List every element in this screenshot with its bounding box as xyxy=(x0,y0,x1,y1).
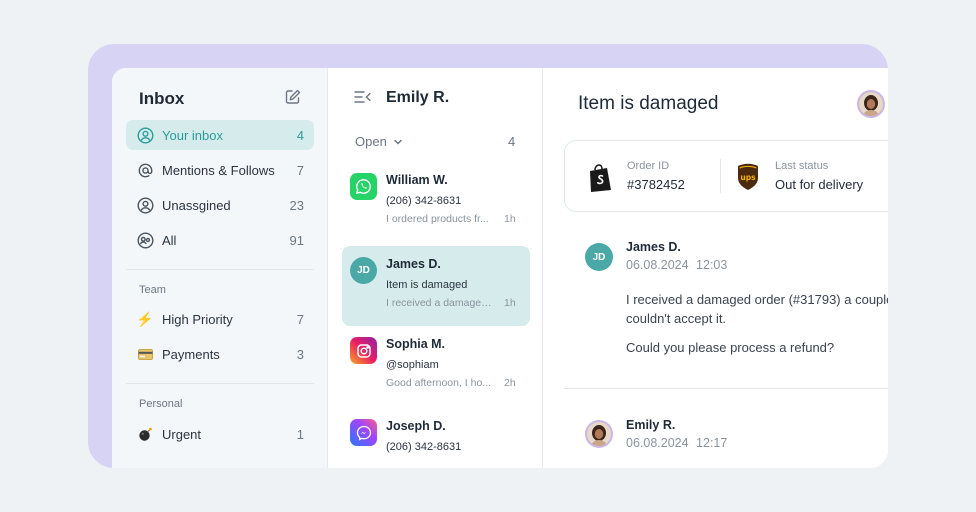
message-date: 06.08.2024 xyxy=(626,258,689,272)
chevron-down-icon xyxy=(394,139,402,145)
user-circle-icon xyxy=(136,126,154,144)
avatar[interactable] xyxy=(857,90,885,118)
conversation-owner-title: Emily R. xyxy=(386,89,450,106)
conversation-time: 1h xyxy=(504,297,516,309)
sidebar-divider xyxy=(126,269,314,270)
conversation-item-william[interactable]: William W. (206) 342-8631 I ordered prod… xyxy=(342,162,530,242)
sidebar-item-urgent[interactable]: Urgent 1 xyxy=(126,419,314,449)
message-time: 12:17 xyxy=(696,436,728,450)
conversation-name: Joseph D. xyxy=(386,419,446,433)
credit-card-icon xyxy=(136,345,154,363)
compose-icon[interactable] xyxy=(284,88,302,106)
sidebar-divider xyxy=(126,383,314,384)
svg-text:ups: ups xyxy=(740,173,756,182)
sidebar-item-label: Your inbox xyxy=(162,127,223,143)
whatsapp-icon xyxy=(350,173,377,200)
avatar: JD xyxy=(350,257,377,284)
shopify-icon xyxy=(590,164,611,192)
sidebar-item-count: 4 xyxy=(296,127,304,143)
message-author: Emily R. xyxy=(626,418,676,432)
avatar: JD xyxy=(585,243,613,271)
at-icon xyxy=(136,161,154,179)
messenger-icon xyxy=(350,419,377,446)
message-date: 06.08.2024 xyxy=(626,436,689,450)
sidebar-item-count: 3 xyxy=(296,346,304,362)
last-status-label: Last status xyxy=(775,160,829,172)
conversation-time: 1h xyxy=(504,213,516,225)
sidebar-item-count: 23 xyxy=(289,197,304,213)
order-info-card: Order ID #3782452 ups Last status Out fo… xyxy=(564,140,888,212)
sidebar-item-count: 7 xyxy=(296,311,304,327)
conversation-preview: I received a damaged... xyxy=(386,297,494,309)
sidebar-item-label: Urgent xyxy=(162,426,202,442)
order-id-value[interactable]: #3782452 xyxy=(627,177,685,192)
conversation-title: Item is damaged xyxy=(578,93,719,114)
conversation-list: Emily R. Open 4 William W. (206) 342-863… xyxy=(328,68,543,468)
conversation-preview: Good afternoon, I ho... xyxy=(386,377,492,389)
conversation-name: William W. xyxy=(386,173,448,187)
avatar xyxy=(585,420,613,448)
status-filter-dropdown[interactable]: Open xyxy=(355,134,403,149)
status-filter-label: Open xyxy=(355,134,387,149)
conversation-subtitle: Item is damaged xyxy=(386,279,468,291)
conversation-time: 2h xyxy=(504,377,516,389)
sidebar-item-payments[interactable]: Payments 3 xyxy=(126,339,314,369)
conversation-name: James D. xyxy=(386,257,441,271)
message-author: James D. xyxy=(626,240,681,254)
last-status-value: Out for delivery xyxy=(775,177,864,192)
message-line: Could you please process a refund? xyxy=(626,340,835,355)
sidebar-title: Inbox xyxy=(139,89,185,108)
user-outline-icon xyxy=(136,196,154,214)
conversation-item-james[interactable]: JD James D. Item is damaged I received a… xyxy=(342,246,530,326)
message-timestamp: 06.08.2024 12:17 xyxy=(626,436,727,450)
conversation-item-sophia[interactable]: Sophia M. @sophiam Good afternoon, I ho.… xyxy=(342,326,530,406)
section-heading-team: Team xyxy=(139,284,166,296)
sidebar-item-mentions[interactable]: Mentions & Follows 7 xyxy=(126,155,314,185)
card-divider xyxy=(720,159,721,193)
sidebar-item-count: 1 xyxy=(296,426,304,442)
conversation-item-joseph[interactable]: Joseph D. (206) 342-8631 xyxy=(342,408,530,468)
message-line: couldn't accept it. xyxy=(626,311,727,326)
conversation-subtitle: @sophiam xyxy=(386,359,439,371)
collapse-menu-icon[interactable] xyxy=(354,89,372,105)
message-timestamp: 06.08.2024 12:03 xyxy=(626,258,727,272)
sidebar-item-label: Payments xyxy=(162,346,220,362)
ups-icon: ups xyxy=(738,163,758,190)
app-window: Inbox Your inbox 4 Mentions & Follows 7 … xyxy=(112,68,888,468)
conversation-count: 4 xyxy=(508,134,516,149)
users-icon xyxy=(136,231,154,249)
sidebar-item-all[interactable]: All 91 xyxy=(126,225,314,255)
sidebar-item-unassigned[interactable]: Unassgined 23 xyxy=(126,190,314,220)
conversation-pane: Item is damaged Order ID #3782452 ups La… xyxy=(544,68,888,468)
message-time: 12:03 xyxy=(696,258,728,272)
sidebar-item-count: 91 xyxy=(289,232,304,248)
order-id-label: Order ID xyxy=(627,160,670,172)
sidebar-item-high-priority[interactable]: ⚡ High Priority 7 xyxy=(126,304,314,334)
conversation-name: Sophia M. xyxy=(386,337,446,351)
instagram-icon xyxy=(350,337,377,364)
conversation-preview: I ordered products fr... xyxy=(386,213,489,225)
sidebar-item-label: Mentions & Follows xyxy=(162,162,275,178)
lightning-icon: ⚡ xyxy=(136,311,154,327)
sidebar-item-label: All xyxy=(162,232,177,248)
message-divider xyxy=(564,388,888,389)
conversation-subtitle: (206) 342-8631 xyxy=(386,441,462,453)
section-heading-personal: Personal xyxy=(139,398,183,410)
bomb-icon xyxy=(136,425,154,443)
sidebar-item-label: High Priority xyxy=(162,311,233,327)
sidebar-item-count: 7 xyxy=(296,162,304,178)
conversation-subtitle: (206) 342-8631 xyxy=(386,195,462,207)
message-line: I received a damaged order (#31793) a co… xyxy=(626,292,888,307)
sidebar-item-label: Unassgined xyxy=(162,197,231,213)
sidebar: Inbox Your inbox 4 Mentions & Follows 7 … xyxy=(112,68,328,468)
sidebar-item-your-inbox[interactable]: Your inbox 4 xyxy=(126,120,314,150)
